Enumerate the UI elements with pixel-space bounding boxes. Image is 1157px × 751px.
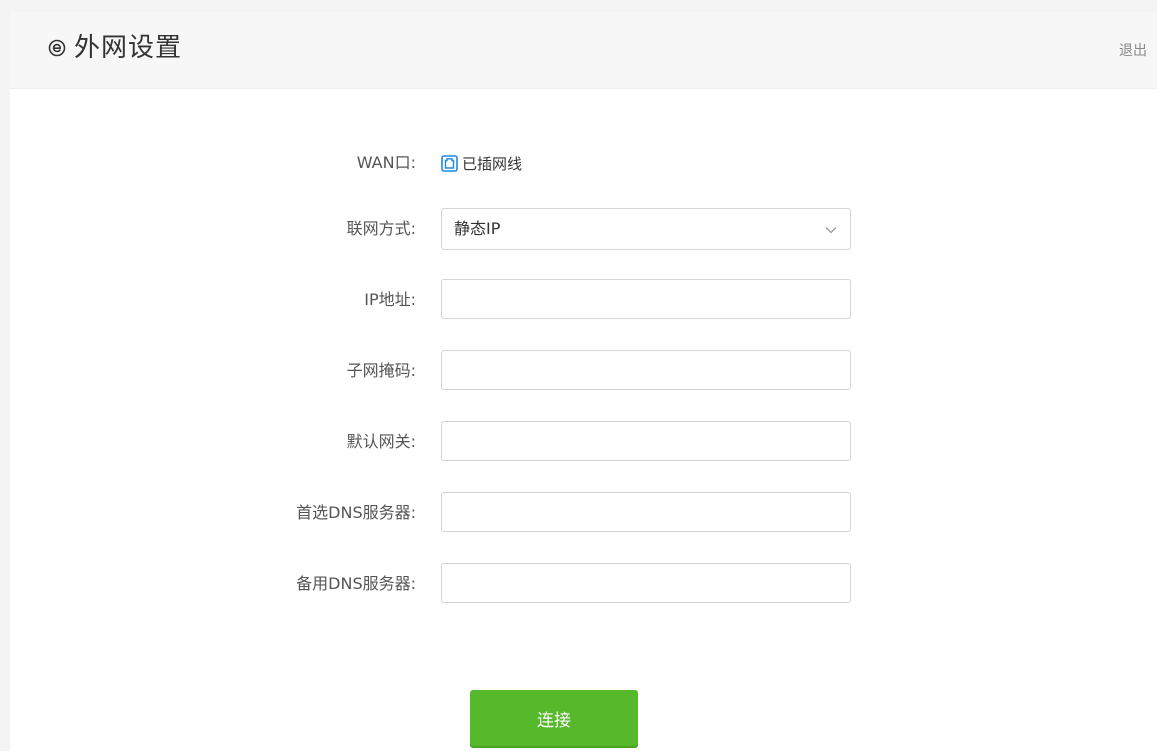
gateway-row: 默认网关: bbox=[10, 421, 1157, 463]
secondary-dns-row: 备用DNS服务器: bbox=[10, 563, 1157, 605]
subnet-label: 子网掩码: bbox=[346, 361, 416, 380]
wan-status: 已插网线 bbox=[441, 142, 522, 184]
primary-dns-input[interactable] bbox=[441, 492, 851, 532]
ethernet-port-icon bbox=[441, 154, 458, 172]
secondary-dns-label: 备用DNS服务器: bbox=[296, 574, 416, 593]
page-title: 外网设置 bbox=[74, 33, 183, 63]
ip-row: IP地址: bbox=[10, 279, 1157, 321]
wan-status-text: 已插网线 bbox=[462, 154, 523, 173]
settings-e-icon bbox=[48, 39, 66, 57]
title-area: 外网设置 bbox=[48, 32, 182, 64]
gateway-label: 默认网关: bbox=[346, 432, 416, 451]
connection-type-value: 静态IP bbox=[454, 219, 501, 238]
wan-status-row: WAN口: 已插网线 bbox=[10, 142, 1157, 184]
primary-dns-label: 首选DNS服务器: bbox=[296, 503, 416, 522]
wan-label: WAN口: bbox=[356, 153, 416, 172]
ip-label: IP地址: bbox=[364, 290, 416, 309]
gateway-input[interactable] bbox=[441, 421, 851, 461]
connection-type-row: 联网方式: 静态IP bbox=[10, 208, 1157, 250]
page-container: 外网设置 退出 WAN口: 已插网线 联网方式: 静态IP IP地址: 子网掩码… bbox=[10, 12, 1157, 751]
page-header: 外网设置 退出 bbox=[10, 12, 1157, 89]
connection-type-label: 联网方式: bbox=[346, 219, 416, 238]
connect-button[interactable]: 连接 bbox=[470, 690, 638, 746]
secondary-dns-input[interactable] bbox=[441, 563, 851, 603]
subnet-row: 子网掩码: bbox=[10, 350, 1157, 392]
chevron-down-icon bbox=[824, 222, 838, 236]
primary-dns-row: 首选DNS服务器: bbox=[10, 492, 1157, 534]
ip-input[interactable] bbox=[441, 279, 851, 319]
subnet-input[interactable] bbox=[441, 350, 851, 390]
connection-type-select[interactable]: 静态IP bbox=[441, 208, 851, 250]
logout-link[interactable]: 退出 bbox=[1119, 40, 1147, 60]
